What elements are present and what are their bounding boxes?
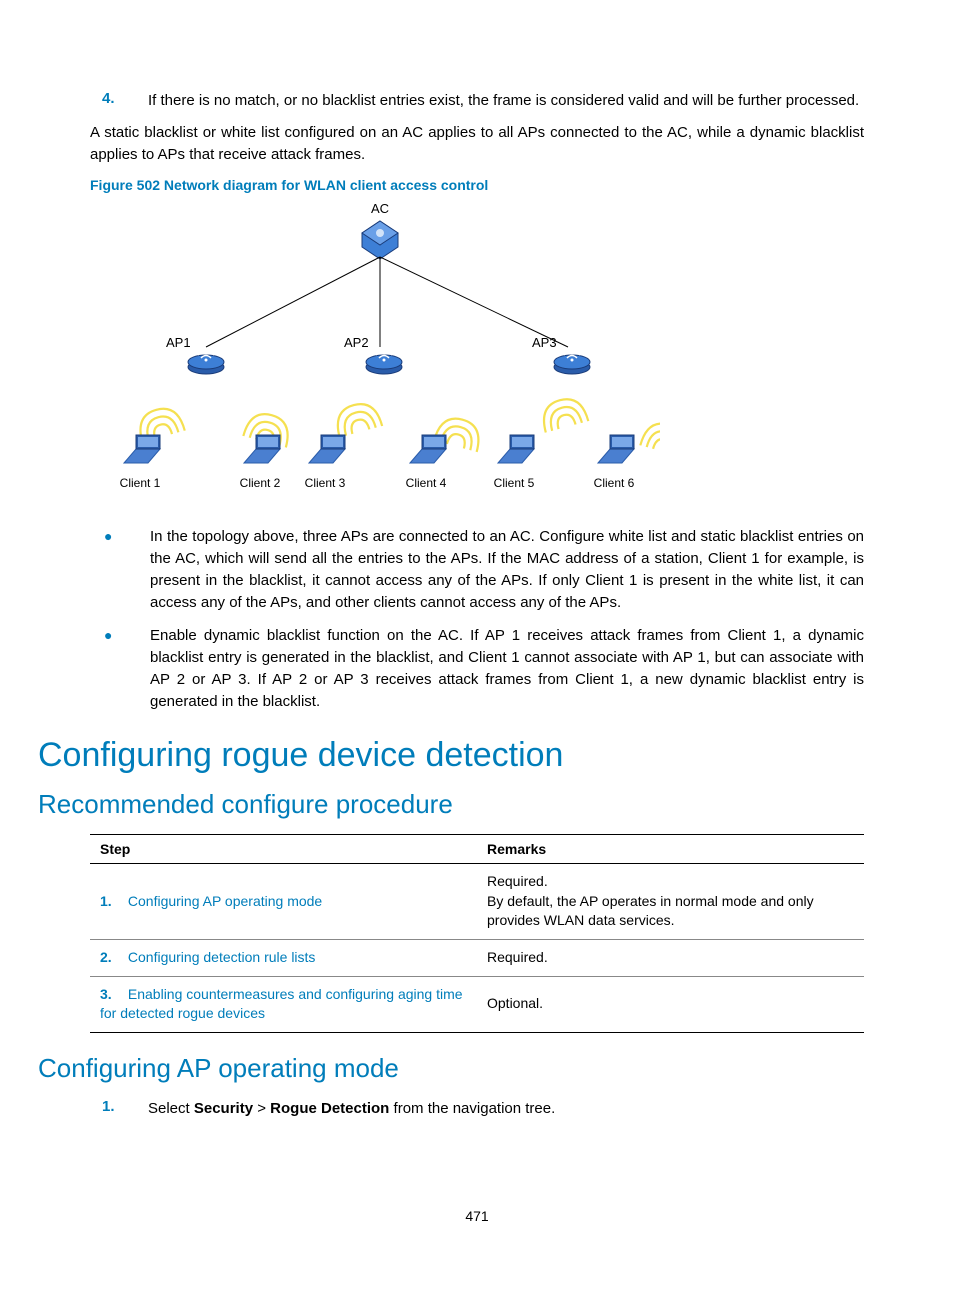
list-number: 4.	[90, 90, 148, 112]
step-number: 1.	[100, 892, 124, 912]
network-diagram: AC AP1 AP2 AP3 Client 1 Client 2 Client …	[100, 197, 660, 507]
bullet-marker: ●	[90, 526, 150, 613]
step-link[interactable]: Enabling countermeasures and configuring…	[100, 986, 463, 1022]
step-number: 2.	[100, 948, 124, 968]
figure-caption: Figure 502 Network diagram for WLAN clie…	[90, 177, 864, 193]
ap1-icon	[188, 351, 224, 374]
list-number: 1.	[90, 1098, 148, 1120]
table-row: 3. Enabling countermeasures and configur…	[90, 976, 864, 1032]
step-number: 3.	[100, 985, 124, 1005]
ap3-wave-right	[640, 419, 660, 457]
client5-icon	[498, 435, 534, 463]
client1-icon	[124, 435, 160, 463]
ap3-wave-left	[539, 395, 589, 433]
list-text: Select Security > Rogue Detection from t…	[148, 1098, 864, 1120]
remarks-cell: Optional.	[477, 976, 864, 1032]
client3-label: Client 3	[305, 476, 346, 490]
client4-icon	[410, 435, 446, 463]
client6-icon	[598, 435, 634, 463]
ap2-label: AP2	[344, 335, 369, 350]
bullet-text: In the topology above, three APs are con…	[150, 526, 864, 613]
table-header-step: Step	[90, 835, 477, 864]
client4-label: Client 4	[406, 476, 447, 490]
ordered-list-item-1: 1. Select Security > Rogue Detection fro…	[90, 1098, 864, 1120]
ap2-icon	[366, 351, 402, 374]
nav-rogue-detection: Rogue Detection	[270, 1100, 389, 1117]
ac-node-icon	[362, 221, 398, 259]
heading-ap-operating-mode: Configuring AP operating mode	[38, 1053, 864, 1084]
heading-rogue-detection: Configuring rogue device detection	[38, 736, 864, 775]
table-header-remarks: Remarks	[477, 835, 864, 864]
bullet-item: ● Enable dynamic blacklist function on t…	[90, 625, 864, 712]
step-link[interactable]: Configuring detection rule lists	[128, 949, 316, 965]
nav-security: Security	[194, 1100, 253, 1117]
client1-label: Client 1	[120, 476, 161, 490]
client5-label: Client 5	[494, 476, 535, 490]
heading-recommended-procedure: Recommended configure procedure	[38, 789, 864, 820]
table-row: 2. Configuring detection rule lists Requ…	[90, 940, 864, 977]
list-text: If there is no match, or no blacklist en…	[148, 90, 864, 112]
client6-label: Client 6	[594, 476, 635, 490]
bullet-text: Enable dynamic blacklist function on the…	[150, 625, 864, 712]
client2-icon	[244, 435, 280, 463]
page-number: 471	[0, 1208, 954, 1224]
bullet-marker: ●	[90, 625, 150, 712]
procedure-table: Step Remarks 1. Configuring AP operating…	[90, 834, 864, 1033]
ap3-icon	[554, 351, 590, 374]
client2-label: Client 2	[240, 476, 281, 490]
ac-label: AC	[371, 201, 389, 216]
ap1-label: AP1	[166, 335, 191, 350]
bullet-item: ● In the topology above, three APs are c…	[90, 526, 864, 613]
ap2-wave-left	[333, 400, 383, 438]
client3-icon	[309, 435, 345, 463]
step-link[interactable]: Configuring AP operating mode	[128, 893, 322, 909]
remarks-cell: Required.	[477, 940, 864, 977]
table-row: 1. Configuring AP operating mode Require…	[90, 864, 864, 940]
remarks-cell: Required. By default, the AP operates in…	[477, 864, 864, 940]
paragraph-static-list: A static blacklist or white list configu…	[90, 122, 864, 166]
ap3-label: AP3	[532, 335, 557, 350]
bullet-list: ● In the topology above, three APs are c…	[90, 526, 864, 712]
ordered-list-item-4: 4. If there is no match, or no blacklist…	[90, 90, 864, 112]
